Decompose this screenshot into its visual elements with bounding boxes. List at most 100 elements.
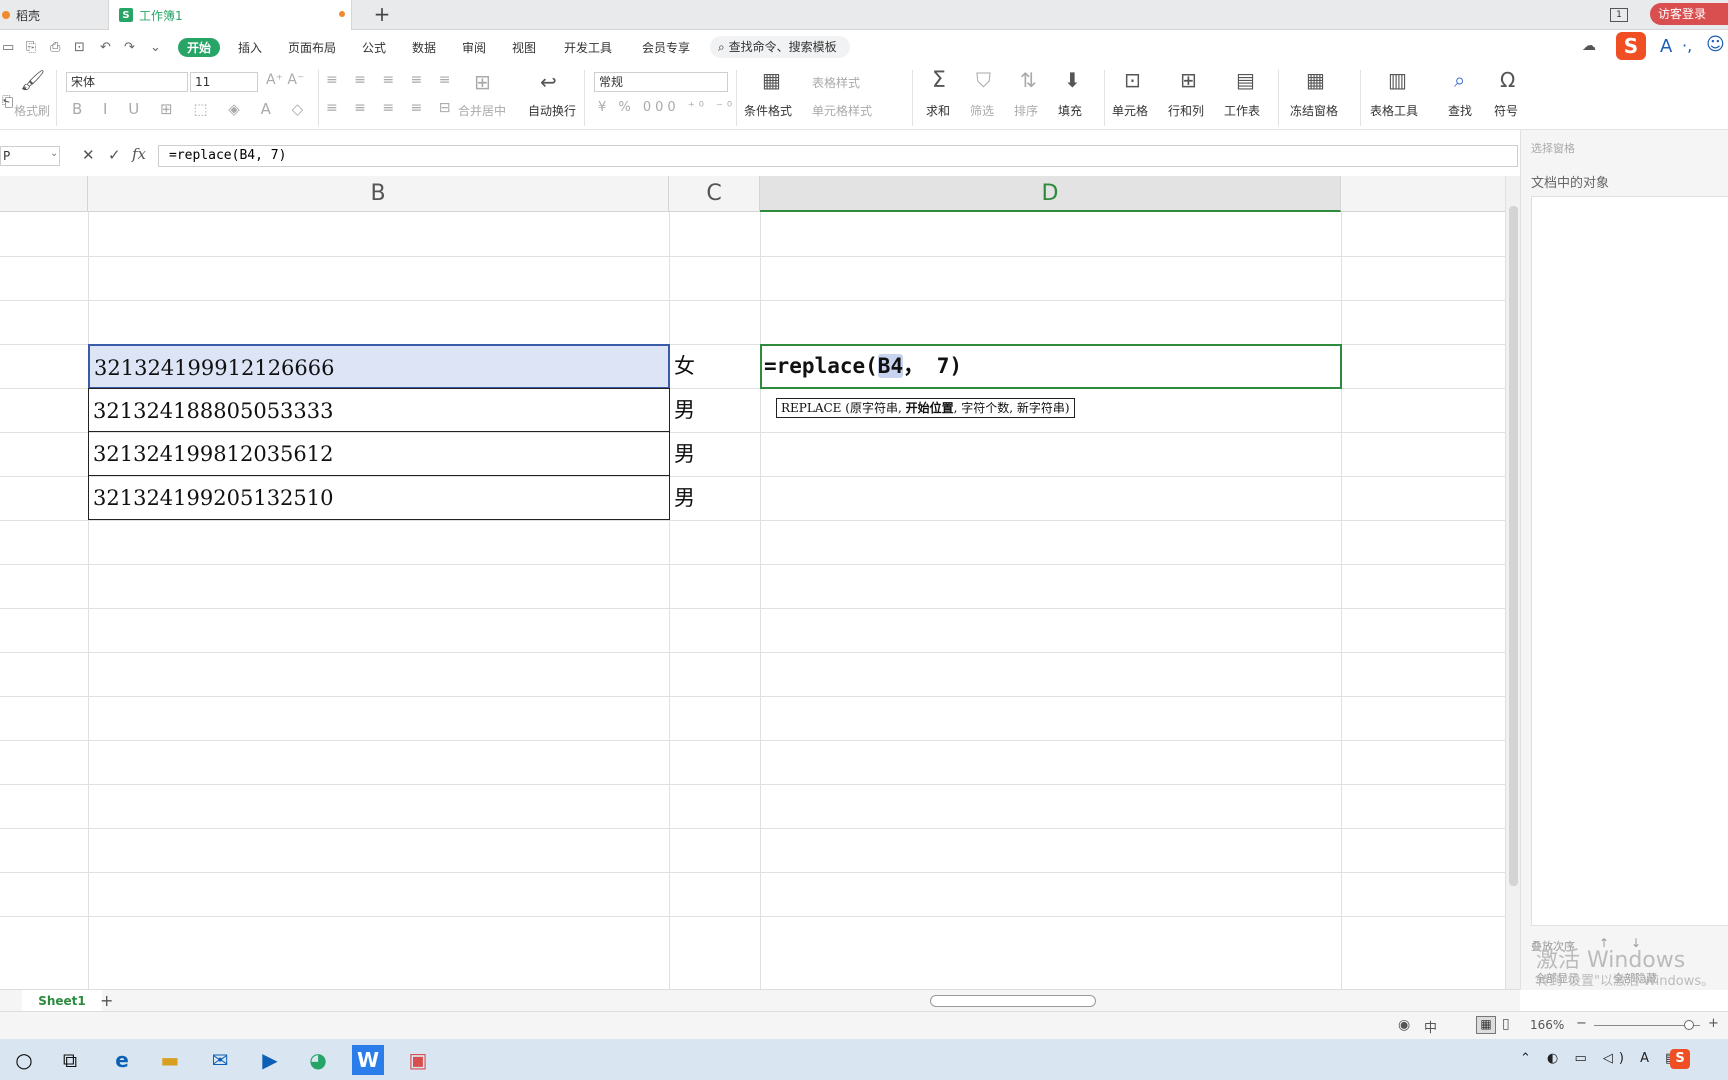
cond-format-icon[interactable]: ▦ [762, 68, 781, 92]
page-view-icon[interactable]: ▯ [1502, 1016, 1510, 1032]
formula-input[interactable]: =replace(B4, 7) [158, 145, 1518, 167]
number-format-select[interactable]: 常规 [594, 72, 728, 92]
selection-pane-title[interactable]: 选择窗格 [1531, 140, 1575, 156]
mail-icon[interactable]: ✉ [204, 1045, 236, 1075]
window-count-icon[interactable]: 1 [1610, 8, 1628, 22]
menu-start[interactable]: 开始 [178, 38, 221, 57]
task-view-icon[interactable]: ⧉ [54, 1045, 86, 1075]
column-header-d[interactable]: D [760, 176, 1341, 212]
freeze-icon[interactable]: ▦ [1306, 68, 1325, 92]
cloud-icon[interactable]: ☁ [1582, 38, 1596, 54]
menu-insert[interactable]: 插入 [238, 39, 262, 56]
font-name-select[interactable]: 宋体 [66, 72, 188, 92]
confirm-icon[interactable]: ✓ [108, 146, 121, 164]
font-style-icons[interactable]: B I U ⊞ ⬚ ◈ A ◇ [72, 100, 311, 118]
cell-c7[interactable]: 男 [674, 476, 695, 520]
menu-page-layout[interactable]: 页面布局 [288, 39, 336, 56]
system-tray-icons[interactable]: ⌃ ◐ ▭ ◁) A ▤ [1520, 1051, 1683, 1066]
sogou-tray-icon[interactable]: S [1670, 1049, 1690, 1069]
table-style-label[interactable]: 表格样式 [812, 74, 860, 91]
sheet-tab-sheet1[interactable]: Sheet1 [22, 990, 102, 1012]
zoom-slider-thumb[interactable] [1684, 1020, 1694, 1030]
file-explorer-icon[interactable]: ▬ [154, 1045, 186, 1075]
number-format-icons[interactable]: ¥ % 000 ⁺⁰ ⁻⁰ [598, 100, 736, 115]
grow-font-icon[interactable]: A⁺ A⁻ [266, 72, 304, 88]
eye-icon[interactable]: ◉ [1398, 1017, 1410, 1033]
vertical-scroll-thumb[interactable] [1509, 206, 1518, 886]
cell-style-label[interactable]: 单元格样式 [812, 102, 872, 119]
name-box-dropdown-icon[interactable]: ⌄ [50, 148, 58, 159]
add-sheet-button[interactable]: + [100, 990, 113, 1012]
column-header: B C D [0, 176, 1505, 212]
cell-c4[interactable]: 女 [674, 344, 695, 388]
menu-review[interactable]: 审阅 [462, 39, 486, 56]
ime-font-icon[interactable]: A [1660, 36, 1672, 57]
undo-icon[interactable]: ↶ [100, 40, 111, 55]
menu-member[interactable]: 会员专享 [642, 39, 690, 56]
export-icon[interactable]: ⎘ [26, 40, 36, 55]
column-header-a[interactable] [0, 176, 88, 212]
ime-emoji-icon[interactable]: ☺ [1706, 34, 1725, 55]
cell-b5[interactable]: 321324188805053333 [88, 388, 670, 432]
align-top-icons[interactable]: ≡ ≡ ≡ ≡ ≡ [326, 72, 456, 88]
customize-icon[interactable]: ⌄ [150, 40, 161, 55]
command-search[interactable]: ⌕ 查找命令、搜索模板 [710, 36, 850, 58]
find-icon[interactable]: ⌕ [1454, 68, 1465, 92]
wps-taskbar-icon[interactable]: W [352, 1045, 384, 1075]
zoom-in-icon[interactable]: + [1708, 1016, 1719, 1031]
row-col-icon[interactable]: ⊞ [1180, 68, 1197, 92]
column-header-c[interactable]: C [669, 176, 760, 212]
cell-d4-editing[interactable]: =replace(B4， 7) [760, 344, 1342, 389]
format-painter-icon[interactable]: 🖌 [20, 68, 45, 92]
filter-icon[interactable]: ⛉ [976, 68, 991, 92]
column-header-b[interactable]: B [88, 176, 669, 212]
print-icon[interactable]: ⎙ [50, 40, 60, 55]
fx-icon[interactable]: fx [132, 145, 146, 163]
lang-indicator[interactable]: 中 [1424, 1017, 1437, 1036]
redo-icon[interactable]: ↷ [124, 40, 135, 55]
sum-icon[interactable]: Σ [932, 68, 946, 93]
paste-icon[interactable]: ⎗ [2, 94, 13, 110]
vertical-scrollbar[interactable] [1505, 176, 1520, 989]
menu-view[interactable]: 视图 [512, 39, 536, 56]
wrap-text-icon[interactable]: ↩ [540, 70, 557, 94]
zoom-level[interactable]: 166% [1530, 1018, 1564, 1032]
cell-c5[interactable]: 男 [674, 388, 695, 432]
login-button[interactable]: 访客登录 [1650, 3, 1728, 25]
normal-view-icon[interactable]: ▦ [1476, 1016, 1496, 1034]
edge-icon[interactable]: e [106, 1045, 138, 1075]
media-player-icon[interactable]: ▶ [254, 1045, 286, 1075]
cell-b7[interactable]: 321324199205132510 [88, 476, 670, 520]
merge-icon[interactable]: ⊞ [474, 70, 491, 94]
save-icon[interactable]: ▭ [2, 40, 14, 55]
cell-c6[interactable]: 男 [674, 432, 695, 476]
horizontal-scrollbar[interactable] [850, 994, 1480, 1008]
cell-b4[interactable]: 321324199912126666 [88, 344, 670, 389]
recorder-icon[interactable]: ▣ [402, 1045, 434, 1075]
tab-daoke[interactable]: 稻壳 [0, 0, 106, 30]
sort-icon[interactable]: ⇅ [1020, 68, 1037, 92]
tab-workbook[interactable]: S 工作簿1 [108, 0, 352, 30]
table-tools-icon[interactable]: ▥ [1388, 68, 1407, 92]
new-tab-button[interactable]: + [370, 2, 394, 26]
symbol-icon[interactable]: Ω [1500, 68, 1515, 92]
fill-icon[interactable]: ⬇ [1064, 68, 1081, 92]
zoom-out-icon[interactable]: − [1576, 1016, 1587, 1031]
worksheet-icon[interactable]: ▤ [1236, 68, 1255, 92]
cancel-icon[interactable]: ✕ [82, 146, 95, 164]
print-preview-icon[interactable]: ⊡ [74, 40, 85, 55]
cell-icon[interactable]: ⊡ [1124, 68, 1141, 92]
menu-developer[interactable]: 开发工具 [564, 39, 612, 56]
font-size-select[interactable]: 11 [190, 72, 258, 92]
menu-formula[interactable]: 公式 [362, 39, 386, 56]
ime-punct-icon[interactable]: ·, [1682, 36, 1692, 55]
search-icon[interactable]: ○ [8, 1045, 40, 1075]
cell-b6[interactable]: 321324199812035612 [88, 432, 670, 476]
sheet-grid[interactable]: B C D 321324199912126666 321324188805053… [0, 176, 1505, 989]
objects-list[interactable] [1531, 196, 1728, 926]
align-bottom-icons[interactable]: ≡ ≡ ≡ ≡ ⊟ [326, 100, 456, 116]
wechat-icon[interactable]: ◕ [302, 1045, 334, 1075]
sogou-ime-icon[interactable]: S [1616, 32, 1646, 60]
menu-data[interactable]: 数据 [412, 39, 436, 56]
horizontal-scroll-thumb[interactable] [930, 995, 1096, 1007]
